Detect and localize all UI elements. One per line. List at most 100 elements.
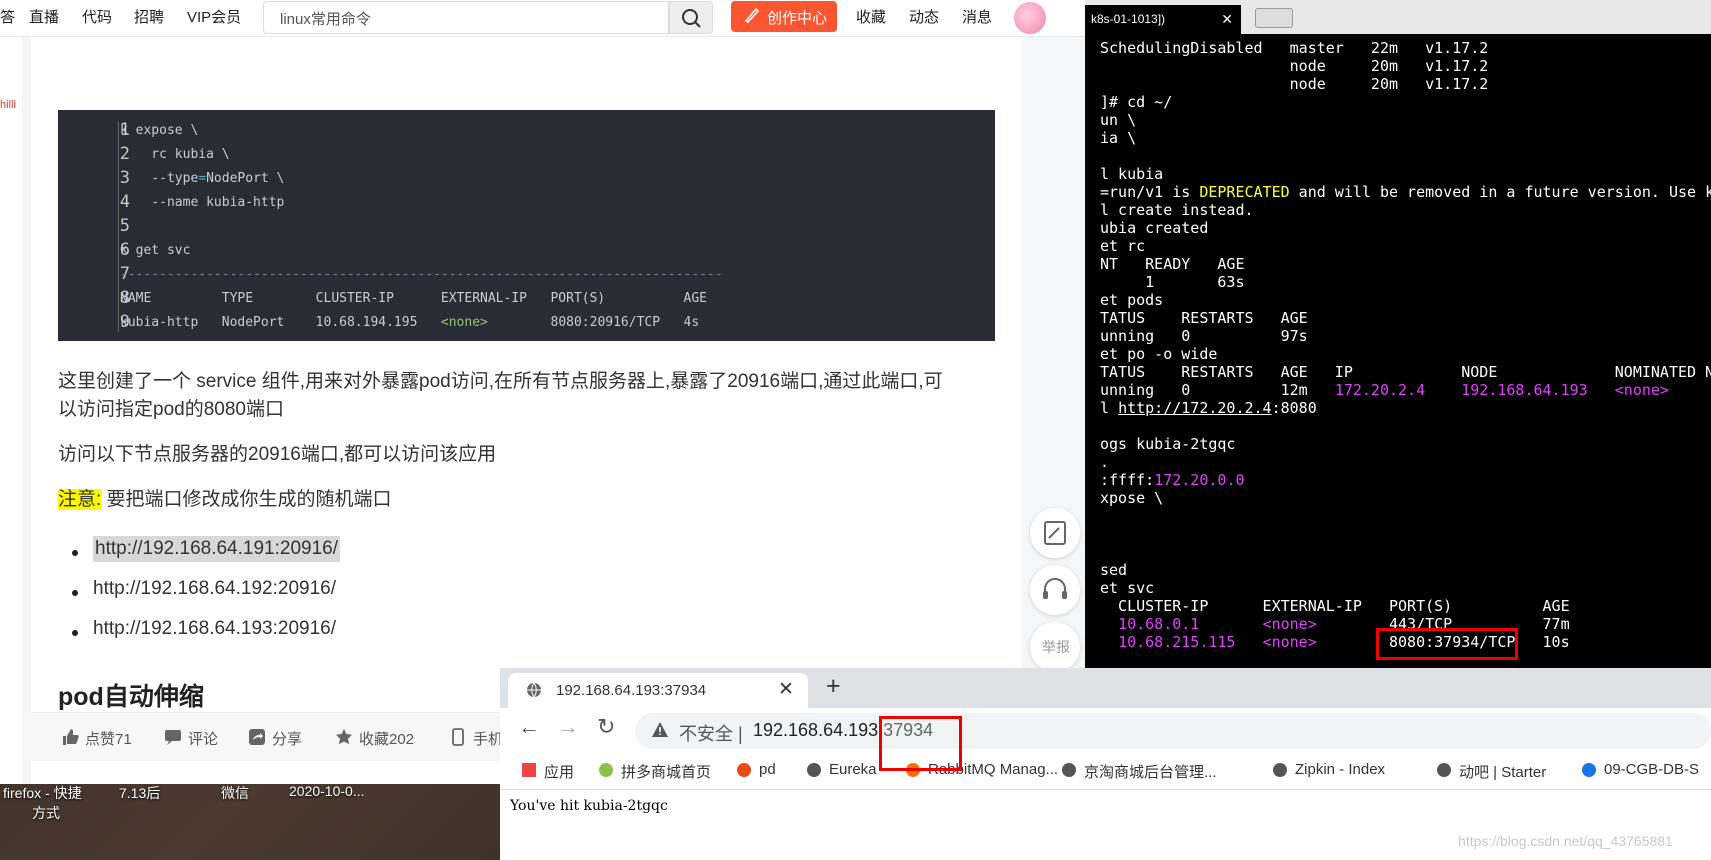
nav-item-favorites[interactable]: 收藏: [856, 6, 886, 27]
mobile-icon: [452, 728, 464, 746]
code-line: --type=NodePort \: [120, 171, 285, 186]
bookmark-item[interactable]: 动吧 | Starter: [1435, 761, 1546, 782]
left-sidebar-strip: hilli: [0, 37, 23, 784]
url-host: 192.168.64.193: [753, 720, 879, 740]
desktop-icon-file-label[interactable]: 2020-10-0...: [289, 783, 365, 799]
bookmark-label: 应用: [544, 764, 575, 781]
terminal-line: et rc: [1100, 237, 1146, 255]
bookmark-item[interactable]: 应用: [520, 761, 574, 782]
apps-icon: [522, 763, 536, 777]
top-navbar: 答 直播 代码 招聘 VIP会员 linux常用命令 创作中心 收藏 动态 消息: [0, 0, 1085, 37]
search-input[interactable]: linux常用命令: [263, 1, 669, 34]
comment-icon: [165, 730, 181, 745]
blog-window: 答 直播 代码 招聘 VIP会员 linux常用命令 创作中心 收藏 动态 消息…: [0, 0, 1085, 784]
terminal-line: :ffff:172.20.0.0: [1100, 471, 1245, 489]
mobile-label: 手机: [473, 731, 504, 748]
star-icon: [336, 729, 352, 745]
bookmark-item[interactable]: pd: [735, 761, 776, 778]
insecure-label: 不安全 |: [679, 724, 743, 744]
terminal-line: l create instead.: [1100, 201, 1254, 219]
terminal-line: l http://172.20.2.4:8080: [1100, 399, 1317, 417]
nav-item-qa[interactable]: 答: [0, 6, 15, 27]
bookmark-label: Zipkin - Index: [1295, 761, 1386, 778]
code-line: NAME TYPE CLUSTER-IP EXTERNAL-IP PORT(S)…: [120, 291, 707, 306]
thumbs-up-icon: [63, 729, 79, 745]
create-center-label: 创作中心: [767, 10, 828, 27]
browser-tab[interactable]: 192.168.64.193:37934 ✕: [508, 673, 808, 708]
terminal-line: sed: [1100, 561, 1128, 579]
bookmark-item[interactable]: 京淘商城后台管理...: [1060, 761, 1217, 782]
terminal-line: .: [1100, 453, 1110, 471]
terminal-line: l kubia: [1100, 165, 1164, 183]
desktop-icon-wechat-label[interactable]: 微信: [221, 783, 249, 803]
avatar[interactable]: [1012, 0, 1048, 36]
like-button[interactable]: 点赞71: [61, 728, 132, 749]
terminal-tab-bar: k8s-01-1013]) ✕: [1085, 0, 1711, 34]
bookmark-item[interactable]: Eureka: [805, 761, 877, 778]
nav-item-vip[interactable]: VIP会员: [187, 6, 241, 27]
shell-icon: [737, 763, 751, 777]
node-link-191[interactable]: http://192.168.64.191:20916/: [93, 536, 340, 562]
terminal-line: SchedulingDisabled master 22m v1.17.2: [1100, 39, 1489, 57]
note-text: 要把端口修改成你生成的随机端口: [101, 489, 392, 510]
node-link-192[interactable]: http://192.168.64.192:20916/: [93, 578, 336, 600]
nav-item-messages[interactable]: 消息: [962, 6, 992, 27]
bullet-dot: [72, 590, 78, 596]
globe-icon: [1062, 763, 1076, 777]
warning-icon: [652, 722, 668, 737]
reload-button[interactable]: ↻: [597, 714, 615, 740]
forward-button[interactable]: →: [557, 714, 579, 740]
share-button[interactable]: 分享: [248, 728, 302, 749]
report-button[interactable]: 举报: [1030, 622, 1080, 672]
bookmark-label: 拼多商城首页: [621, 764, 712, 781]
comment-button[interactable]: 评论: [164, 728, 218, 749]
close-icon[interactable]: ✕: [778, 678, 794, 701]
terminal-line: node 20m v1.17.2: [1100, 57, 1489, 75]
node-link-193[interactable]: http://192.168.64.193:20916/: [93, 618, 336, 640]
port-highlight-box: [1376, 628, 1518, 660]
code-line: k get svc: [120, 243, 191, 258]
desktop-icon-firefox-label-2[interactable]: 方式: [32, 803, 60, 823]
terminal-line: node 20m v1.17.2: [1100, 75, 1489, 93]
browser-toolbar: ← → ↻ 不安全 | 192.168.64.193:37934: [500, 708, 1711, 752]
paragraph-service: 这里创建了一个 service 组件,用来对外暴露pod访问,在所有节点服务器上…: [58, 371, 943, 392]
bookmark-item[interactable]: Zipkin - Index: [1271, 761, 1385, 778]
new-tab-button[interactable]: +: [826, 672, 841, 701]
terminal-new-tab[interactable]: [1255, 8, 1293, 28]
code-line: --name kubia-http: [120, 195, 285, 210]
bookmark-item[interactable]: 09-CGB-DB-S: [1580, 761, 1699, 778]
bookmark-label: 京淘商城后台管理...: [1084, 764, 1217, 781]
desktop-icon-folder-label[interactable]: 7.13后: [119, 783, 160, 803]
url-highlight-box: [879, 716, 962, 771]
bookmark-label: 动吧 | Starter: [1459, 764, 1547, 781]
back-button[interactable]: ←: [518, 714, 540, 740]
code-line: kubia-http NodePort 10.68.194.195 <none>…: [120, 315, 700, 330]
doc-icon: [1582, 763, 1596, 777]
nav-item-jobs[interactable]: 招聘: [134, 6, 164, 27]
create-center-button[interactable]: 创作中心: [731, 1, 837, 32]
terminal-line: TATUS RESTARTS AGE: [1100, 309, 1308, 327]
terminal-line: ia \: [1100, 129, 1137, 147]
pen-icon: [744, 7, 760, 23]
terminal-line: ogs kubia-2tgqc: [1100, 435, 1236, 453]
terminal-line: et pods: [1100, 291, 1164, 309]
search-button[interactable]: [669, 1, 713, 34]
terminal-line: ]# cd ~/: [1100, 93, 1173, 111]
nav-item-code[interactable]: 代码: [82, 6, 112, 27]
page-response-text: You've hit kubia-2tgqc: [510, 798, 668, 814]
edit-tool-button[interactable]: [1030, 508, 1080, 558]
close-icon[interactable]: ✕: [1221, 11, 1233, 28]
code-line: k expose \: [120, 123, 199, 138]
watermark: https://blog.csdn.net/qq_43765881: [1458, 833, 1673, 849]
nav-item-live[interactable]: 直播: [29, 6, 59, 27]
terminal-tab-active[interactable]: k8s-01-1013]) ✕: [1085, 5, 1241, 34]
collect-button[interactable]: 收藏202: [335, 728, 414, 749]
desktop-icon-firefox-label[interactable]: firefox - 快捷: [3, 783, 82, 803]
bookmark-item[interactable]: 拼多商城首页: [597, 761, 711, 782]
nav-item-activity[interactable]: 动态: [909, 6, 939, 27]
headset-icon: [1043, 578, 1067, 599]
mobile-button[interactable]: 手机: [449, 728, 503, 749]
customer-service-button[interactable]: [1030, 565, 1080, 615]
address-bar[interactable]: 不安全 | 192.168.64.193:37934: [635, 713, 1711, 749]
left-sidebar-text: hilli: [0, 99, 16, 111]
